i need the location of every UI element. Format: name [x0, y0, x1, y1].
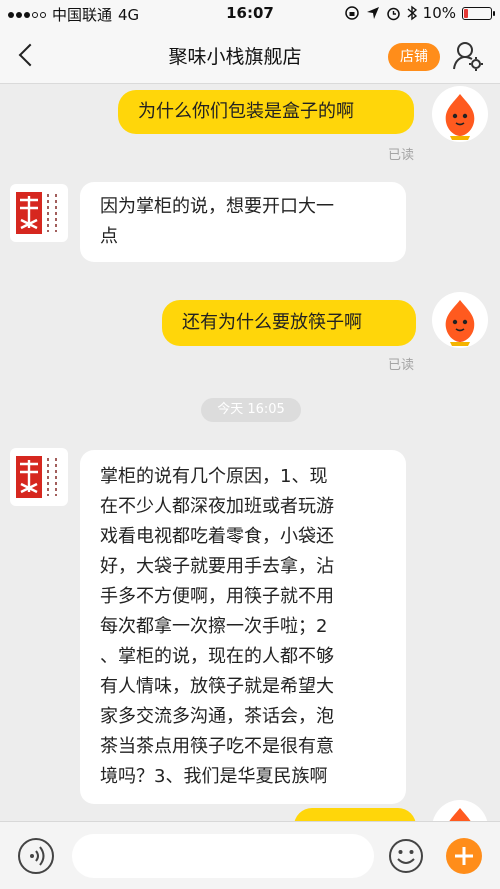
message-line: 好，大袋子就要用手去拿，沾: [100, 556, 334, 577]
plus-icon: [455, 847, 473, 865]
emoji-button[interactable]: [388, 838, 424, 874]
message-line: 家多交流多沟通，茶话会，泡: [100, 706, 334, 727]
my-avatar[interactable]: [432, 292, 488, 348]
user-profile-button[interactable]: [452, 40, 484, 72]
shop-message-bubble[interactable]: 掌柜的说有几个原因，1、现 在不少人都深夜加班或者玩游 戏看电视都吃着零食，小袋…: [80, 450, 406, 804]
nav-bar: 聚味小栈旗舰店 店铺: [0, 28, 500, 84]
smiley-icon: [389, 839, 423, 873]
message-line: 、掌柜的说，现在的人都不够: [100, 646, 334, 667]
my-avatar[interactable]: [432, 800, 488, 821]
message-line: 在不少人都深夜加班或者玩游: [100, 496, 334, 517]
orange-mascot-icon: [449, 808, 471, 821]
bluetooth-icon: [407, 5, 417, 21]
status-bar: 中国联通 4G 16:07 10%: [0, 0, 500, 28]
shop-avatar[interactable]: [10, 184, 68, 242]
message-line: 有人情味，放筷子就是希望大: [100, 676, 334, 697]
message-line: 掌柜的说有几个原因，1、现: [100, 466, 328, 487]
voice-wave-icon: [30, 846, 45, 866]
battery-icon: [462, 6, 495, 20]
message-line: 境吗？3、我们是华夏民族啊: [100, 766, 328, 787]
message-line: 因为掌柜的说，想要开口大一: [100, 196, 334, 217]
orange-mascot-icon: [445, 300, 475, 346]
back-button[interactable]: [10, 38, 44, 72]
message-line: 茶当茶点用筷子吃不是很有意: [100, 736, 334, 757]
my-message-bubble[interactable]: 为什么你们包装是盒子的啊: [118, 90, 414, 134]
shop-logo-icon: [10, 184, 68, 242]
battery-percent: 10%: [422, 4, 456, 22]
message-line: 每次都拿一次擦一次手啦；2: [100, 616, 328, 637]
message-text: 还有为什么要放筷子啊: [182, 312, 362, 333]
user-settings-icon: [453, 42, 483, 71]
message-line: 手多不方便啊，用筷子就不用: [100, 586, 334, 607]
orange-mascot-icon: [445, 94, 475, 140]
shop-button[interactable]: 店铺: [388, 43, 440, 71]
timestamp-divider: 今天 16:05: [201, 398, 301, 422]
chat-title: 聚味小栈旗舰店: [168, 46, 302, 68]
read-status: 已读: [388, 358, 415, 373]
message-text: 为什么你们包装是盒子的啊: [138, 101, 354, 122]
read-status: 已读: [388, 148, 415, 163]
message-input[interactable]: [72, 834, 374, 878]
shop-avatar[interactable]: [10, 448, 68, 506]
shop-logo-icon: [10, 448, 68, 506]
input-bar: [0, 821, 500, 889]
location-arrow-icon: [366, 7, 379, 19]
alarm-icon: [386, 7, 400, 20]
chat-screen: 中国联通 4G 16:07 10% 聚味小栈旗舰店 店铺 为什么你们包装是盒子的…: [0, 0, 500, 889]
voice-input-button[interactable]: [18, 838, 54, 874]
status-right: 10%: [344, 4, 495, 22]
message-line: 戏看电视都吃着零食，小袋还: [100, 526, 334, 547]
more-options-button[interactable]: [446, 838, 482, 874]
message-line: 点: [100, 226, 118, 247]
message-list[interactable]: 为什么你们包装是盒子的啊 已读 因为掌柜的说，想要开口大一 点 还有为什么要放筷…: [0, 84, 500, 821]
my-message-bubble-partial[interactable]: [294, 808, 416, 821]
my-avatar[interactable]: [432, 86, 488, 142]
lock-rotation-icon: [344, 6, 359, 20]
shop-message-bubble[interactable]: 因为掌柜的说，想要开口大一 点: [80, 182, 406, 262]
my-message-bubble[interactable]: 还有为什么要放筷子啊: [162, 300, 416, 346]
